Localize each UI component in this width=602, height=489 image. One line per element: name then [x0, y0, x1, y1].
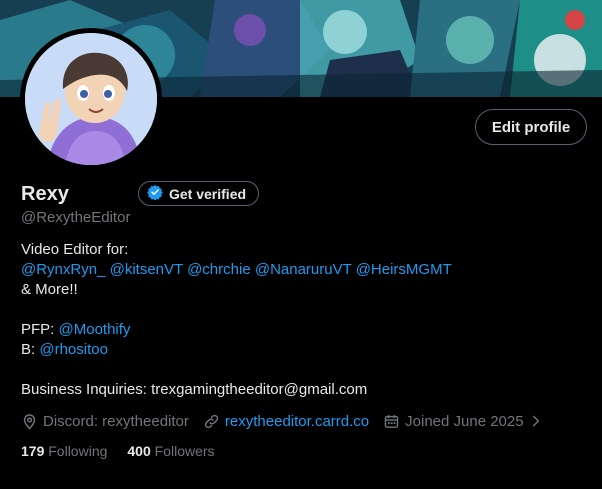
website-link[interactable]: rexytheeditor.carrd.co: [225, 413, 369, 430]
location-text: Discord: rexytheeditor: [43, 412, 189, 430]
mention-link[interactable]: @kitsenVT: [110, 261, 183, 278]
joined-text: Joined June 2025: [405, 412, 524, 430]
mention-link[interactable]: @HeirsMGMT: [356, 261, 452, 278]
bio-banner-credit: B: @rhositoo: [21, 340, 591, 360]
user-handle: @RexytheEditor: [21, 209, 131, 226]
avatar[interactable]: [25, 33, 157, 165]
banner-artist-link[interactable]: @rhositoo: [39, 341, 108, 358]
display-name: Rexy: [21, 183, 69, 205]
following-label: Following: [48, 443, 108, 459]
following-link[interactable]: 179 Following: [21, 443, 107, 459]
profile-bio: Video Editor for: @RynxRyn_ @kitsenVT @c…: [21, 240, 591, 360]
business-inquiries: Business Inquiries: trexgamingtheeditor@…: [21, 381, 368, 398]
verified-badge-icon: [147, 184, 163, 203]
bio-line-more: & More!!: [21, 281, 78, 298]
mention-link[interactable]: @NanaruruVT: [255, 261, 352, 278]
edit-profile-button[interactable]: Edit profile: [475, 109, 587, 145]
bio-line-role: Video Editor for:: [21, 241, 129, 258]
followers-label: Followers: [154, 443, 215, 459]
location-pin-icon: [21, 413, 38, 430]
chevron-right-icon[interactable]: [529, 414, 543, 428]
get-verified-label: Get verified: [169, 185, 247, 202]
meta-joined[interactable]: Joined June 2025: [383, 413, 542, 430]
pfp-artist-link[interactable]: @Moothify: [59, 321, 131, 338]
calendar-icon: [383, 413, 400, 430]
banner-credit-label: B:: [21, 341, 36, 358]
mention-link[interactable]: @chrchie: [187, 261, 251, 278]
avatar-illustration: [25, 33, 157, 165]
mention-link[interactable]: @RynxRyn_: [21, 261, 105, 278]
meta-location: Discord: rexytheeditor: [21, 413, 189, 430]
bio-mentions: @RynxRyn_ @kitsenVT @chrchie @NanaruruVT…: [21, 260, 591, 280]
followers-link[interactable]: 400 Followers: [127, 443, 214, 459]
pfp-label: PFP:: [21, 321, 55, 338]
meta-website[interactable]: rexytheeditor.carrd.co: [203, 413, 369, 430]
followers-count: 400: [127, 443, 151, 459]
follow-stats: 179 Following 400 Followers: [21, 443, 215, 459]
link-icon: [203, 413, 220, 430]
bio-pfp-credit: PFP: @Moothify: [21, 320, 591, 340]
profile-meta: Discord: rexytheeditor rexytheeditor.car…: [21, 410, 557, 432]
following-count: 179: [21, 443, 45, 459]
get-verified-button[interactable]: Get verified: [138, 181, 260, 206]
